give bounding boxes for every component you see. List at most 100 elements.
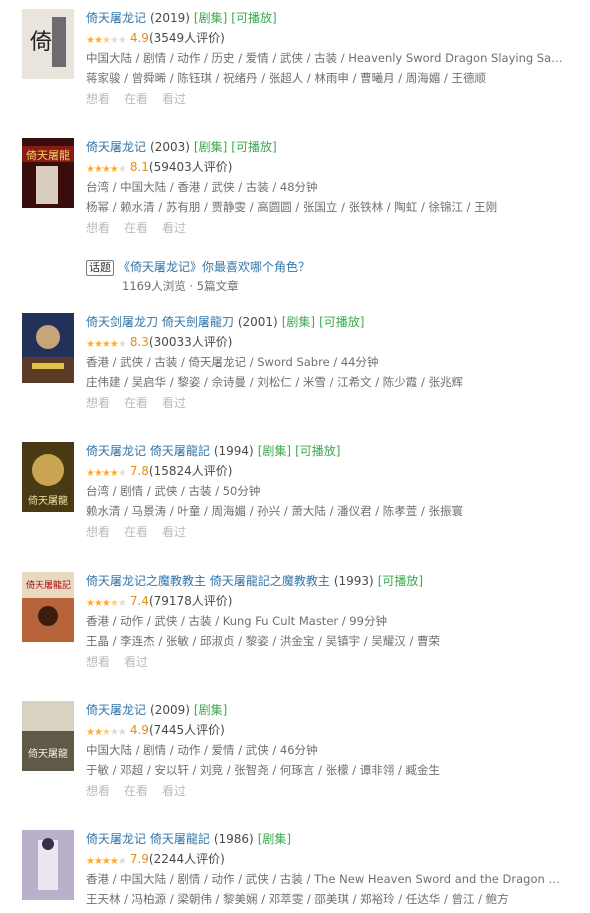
topic-views: 1169人浏览 xyxy=(122,279,186,293)
watching-button-4[interactable]: 在看 xyxy=(124,525,148,539)
watched-button-5[interactable]: 看过 xyxy=(124,655,148,669)
want-button-1[interactable]: 想看 xyxy=(86,92,110,106)
tag-playable-3[interactable]: [可播放] xyxy=(319,315,364,329)
rating-stars-3: ★★★★★ xyxy=(86,339,127,350)
svg-text:倚天屠龍: 倚天屠龍 xyxy=(28,747,68,760)
item-cast-2: 杨幂 / 赖水清 / 苏有朋 / 贾静雯 / 高圆圆 / 张国立 / 张铁林 /… xyxy=(86,200,498,214)
svg-text:倚: 倚 xyxy=(30,30,52,55)
item-title-3[interactable]: 倚天剑屠龙刀 倚天劍屠龍刀 xyxy=(86,315,234,329)
watching-button-3[interactable]: 在看 xyxy=(124,396,148,410)
item-title-5[interactable]: 倚天屠龙记之魔教教主 倚天屠龍記之魔教教主 xyxy=(86,574,330,588)
item-year-7: (1986) xyxy=(213,832,254,846)
item-title-4[interactable]: 倚天屠龙记 倚天屠龍記 xyxy=(86,444,210,458)
item-meta-1: 中国大陆 / 剧情 / 动作 / 历史 / 爱情 / 武侠 / 古装 / Hea… xyxy=(86,51,566,65)
rating-score-3: 8.3 xyxy=(129,335,149,349)
item-meta-7: 香港 / 中国大陆 / 剧情 / 动作 / 武侠 / 古装 / The New … xyxy=(86,872,566,886)
poster-image-3[interactable] xyxy=(22,313,74,383)
watching-button-1[interactable]: 在看 xyxy=(124,92,148,106)
want-button-5[interactable]: 想看 xyxy=(86,655,110,669)
rating-count-2[interactable]: (59403人评价) xyxy=(149,160,233,174)
tag-playable-5[interactable]: [可播放] xyxy=(378,574,423,588)
rating-stars-7: ★★★★★ xyxy=(86,856,127,867)
item-title-7[interactable]: 倚天屠龙记 倚天屠龍記 xyxy=(86,832,210,846)
svg-text:倚天屠龍: 倚天屠龍 xyxy=(26,148,70,162)
watched-button-6[interactable]: 看过 xyxy=(162,784,186,798)
item-meta-6: 中国大陆 / 剧情 / 动作 / 爱情 / 武侠 / 46分钟 xyxy=(86,743,318,757)
result-item-2: 倚天屠龍 倚天屠龙记 (2003) [剧集] [可播放] ★★★★★ 8.1(59403… xyxy=(0,138,590,235)
want-button-4[interactable]: 想看 xyxy=(86,525,110,539)
item-year-4: (1994) xyxy=(213,444,254,458)
item-year-2: (2003) xyxy=(150,140,190,154)
rating-count-7[interactable]: (2244人评价) xyxy=(149,852,225,866)
item-year-3: (2001) xyxy=(237,315,278,329)
item-title-1[interactable]: 倚天屠龙记 xyxy=(86,11,146,25)
item-meta-4: 台湾 / 剧情 / 武侠 / 古装 / 50分钟 xyxy=(86,484,261,498)
watched-button-3[interactable]: 看过 xyxy=(162,396,186,410)
item-meta-3: 香港 / 武侠 / 古装 / 倚天屠龙记 / Sword Sabre / 44分… xyxy=(86,355,379,369)
rating-stars-1: ★★★★★ xyxy=(86,35,127,46)
want-button-2[interactable]: 想看 xyxy=(86,221,110,235)
item-cast-6: 于敏 / 邓超 / 安以轩 / 刘竞 / 张智尧 / 何琢言 / 张檬 / 谭非… xyxy=(86,763,440,777)
rating-stars-5: ★★★★★ xyxy=(86,598,127,609)
watched-button-4[interactable]: 看过 xyxy=(162,525,186,539)
svg-text:倚天屠龍記: 倚天屠龍記 xyxy=(26,579,71,591)
topic-title[interactable]: 《倚天屠龙记》你最喜欢哪个角色？ xyxy=(118,260,310,274)
rating-score-5: 7.4 xyxy=(129,594,149,608)
item-year-6: (2009) xyxy=(150,703,190,717)
watched-button-2[interactable]: 看过 xyxy=(162,221,186,235)
rating-count-4[interactable]: (15824人评价) xyxy=(149,464,233,478)
result-item-7: 倚天屠龙记 倚天屠龍記 (1986) [剧集] ★★★★★ 7.9(2244人评价) … xyxy=(0,830,590,910)
tag-playable-1[interactable]: [可播放] xyxy=(231,11,276,25)
watched-button-1[interactable]: 看过 xyxy=(162,92,186,106)
item-cast-5: 王晶 / 李连杰 / 张敏 / 邱淑贞 / 黎姿 / 洪金宝 / 吴镇宇 / 吴… xyxy=(86,634,440,648)
result-item-5: 倚天屠龍記 倚天屠龙记之魔教教主 倚天屠龍記之魔教教主 (1993) [可播放] ★… xyxy=(0,572,590,669)
item-meta-2: 台湾 / 中国大陆 / 香港 / 武侠 / 古装 / 48分钟 xyxy=(86,180,318,194)
rating-count-6[interactable]: (7445人评价) xyxy=(149,723,225,737)
item-title-6[interactable]: 倚天屠龙记 xyxy=(86,703,146,717)
poster-image-5[interactable]: 倚天屠龍記 xyxy=(22,572,74,642)
tag-series-2[interactable]: [剧集] xyxy=(194,140,227,154)
rating-score-7: 7.9 xyxy=(129,852,149,866)
want-button-3[interactable]: 想看 xyxy=(86,396,110,410)
topic-articles: 5篇文章 xyxy=(196,279,239,293)
rating-count-3[interactable]: (30033人评价) xyxy=(149,335,233,349)
result-item-1: 倚 倚天屠龙记 (2019) [剧集] [可播放] ★★★★★ 4.9(3549人评价)… xyxy=(0,9,590,106)
item-cast-1: 蒋家骏 / 曾舜晞 / 陈钰琪 / 祝绪丹 / 张超人 / 林雨申 / 曹曦月 … xyxy=(86,71,486,85)
item-title-2[interactable]: 倚天屠龙记 xyxy=(86,140,146,154)
item-cast-7: 王天林 / 冯柏源 / 梁朝伟 / 黎美娴 / 邓萃雯 / 邵美琪 / 郑裕玲 … xyxy=(86,892,509,906)
topic-block: 话题 《倚天屠龙记》你最喜欢哪个角色？ 1169人浏览 · 5篇文章 xyxy=(86,257,526,295)
rating-stars-4: ★★★★★ xyxy=(86,468,127,479)
tag-series-7[interactable]: [剧集] xyxy=(258,832,291,846)
poster-image-7[interactable] xyxy=(22,830,74,900)
rating-score-2: 8.1 xyxy=(129,160,149,174)
item-year-1: (2019) xyxy=(150,11,190,25)
tag-series-1[interactable]: [剧集] xyxy=(194,11,227,25)
item-cast-3: 庄伟建 / 吴启华 / 黎姿 / 佘诗曼 / 刘松仁 / 米雪 / 江希文 / … xyxy=(86,375,463,389)
result-item-3: 倚天剑屠龙刀 倚天劍屠龍刀 (2001) [剧集] [可播放] ★★★★★ 8.3(30… xyxy=(0,313,590,410)
poster-image-6[interactable]: 倚天屠龍 xyxy=(22,701,74,771)
rating-count-1[interactable]: (3549人评价) xyxy=(149,31,225,45)
want-button-6[interactable]: 想看 xyxy=(86,784,110,798)
svg-text:倚天屠龍: 倚天屠龍 xyxy=(28,494,68,507)
rating-score-4: 7.8 xyxy=(129,464,149,478)
item-cast-4: 赖水清 / 马景涛 / 叶童 / 周海媚 / 孙兴 / 萧大陆 / 潘仪君 / … xyxy=(86,504,463,518)
rating-stars-6: ★★★★★ xyxy=(86,727,127,738)
watching-button-2[interactable]: 在看 xyxy=(124,221,148,235)
topic-badge: 话题 xyxy=(86,260,114,276)
tag-series-6[interactable]: [剧集] xyxy=(194,703,227,717)
poster-image-4[interactable]: 倚天屠龍 xyxy=(22,442,74,512)
poster-image-1[interactable]: 倚 xyxy=(22,9,74,79)
rating-stars-2: ★★★★★ xyxy=(86,164,127,175)
item-year-5: (1993) xyxy=(333,574,374,588)
watching-button-6[interactable]: 在看 xyxy=(124,784,148,798)
tag-playable-4[interactable]: [可播放] xyxy=(295,444,340,458)
topic-separator: · xyxy=(185,279,197,293)
tag-playable-2[interactable]: [可播放] xyxy=(231,140,276,154)
tag-series-3[interactable]: [剧集] xyxy=(282,315,315,329)
rating-score-1: 4.9 xyxy=(129,31,149,45)
poster-image-2[interactable]: 倚天屠龍 xyxy=(22,138,74,208)
result-item-4: 倚天屠龍 倚天屠龙记 倚天屠龍記 (1994) [剧集] [可播放] ★★★★★ 7.8… xyxy=(0,442,590,539)
tag-series-4[interactable]: [剧集] xyxy=(258,444,291,458)
rating-count-5[interactable]: (79178人评价) xyxy=(149,594,233,608)
rating-score-6: 4.9 xyxy=(129,723,149,737)
